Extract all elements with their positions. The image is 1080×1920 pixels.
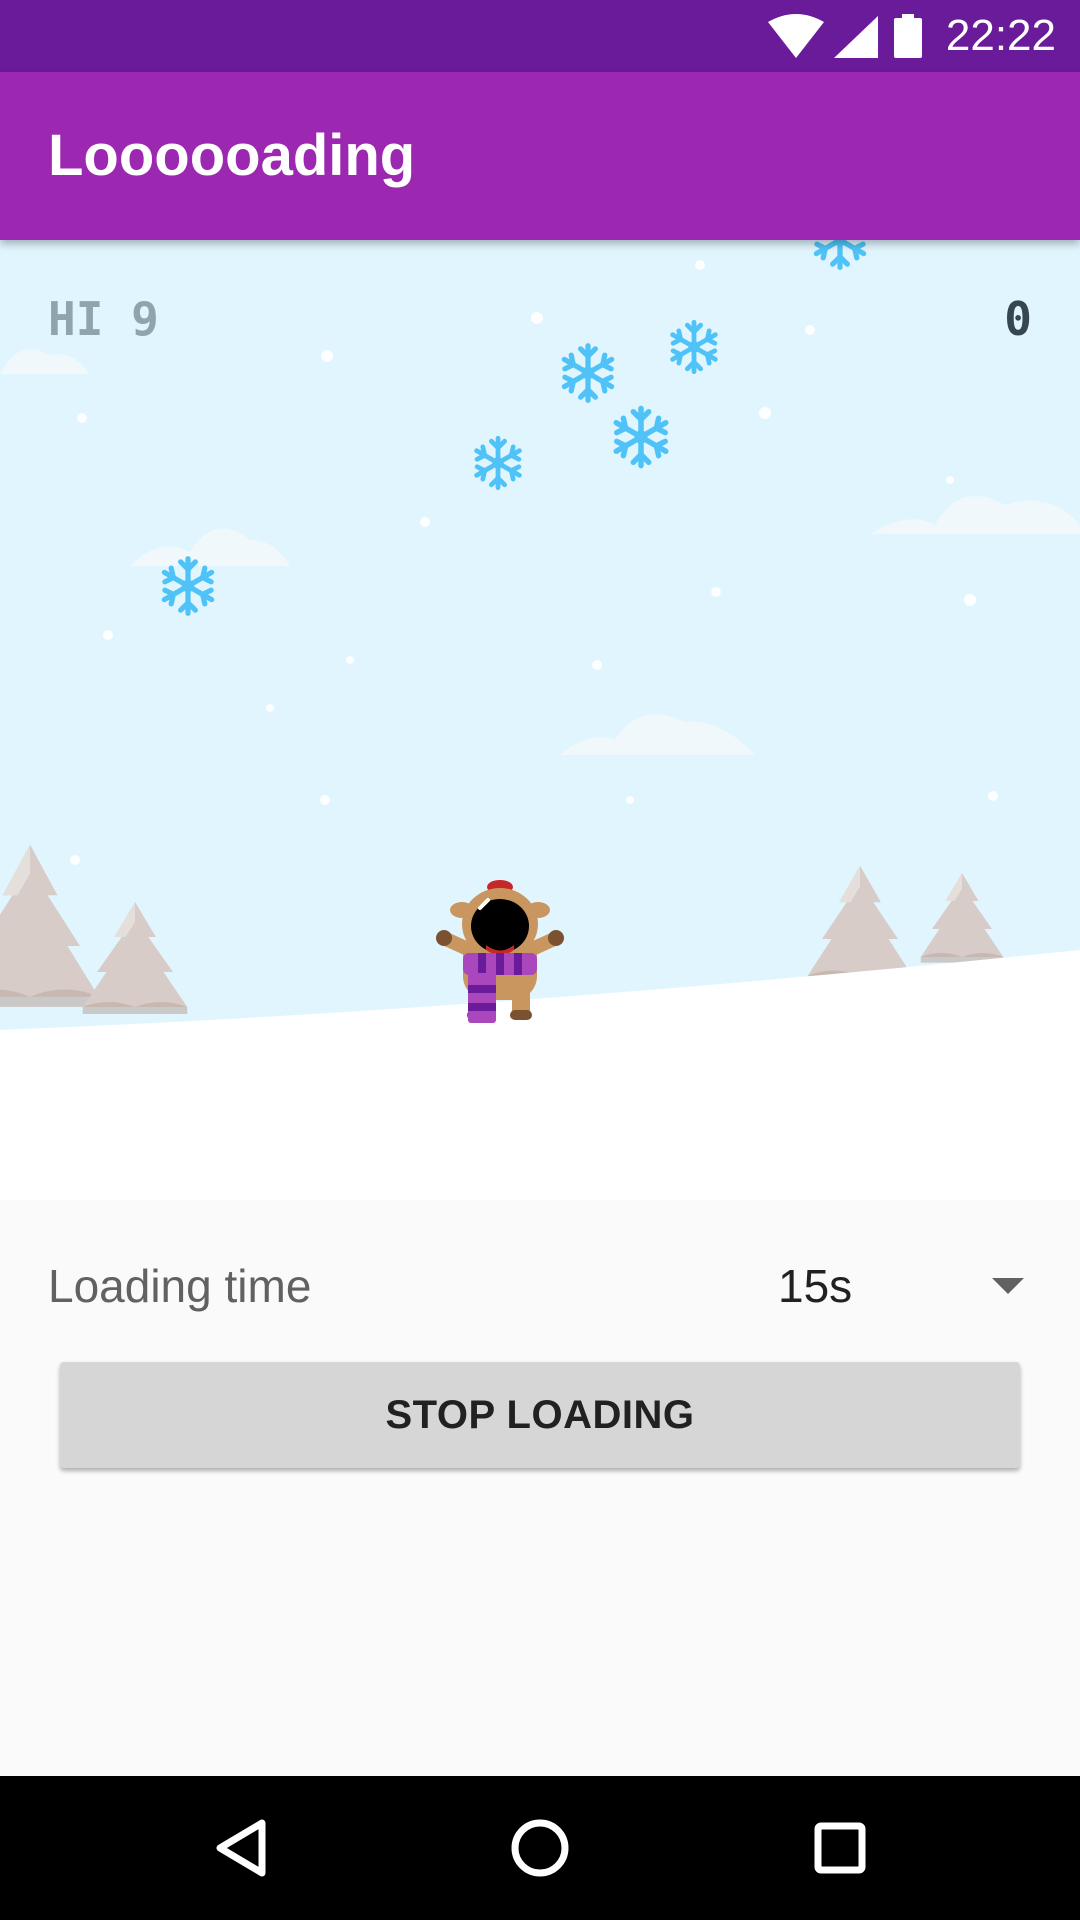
page-title: Loooooading: [48, 123, 416, 188]
stop-loading-button[interactable]: STOP LOADING: [60, 1362, 1020, 1468]
game-scene: [0, 240, 1080, 1200]
status-time: 22:22: [945, 11, 1056, 60]
loading-time-value: 15s: [778, 1260, 853, 1312]
current-score: 0: [1004, 292, 1032, 346]
cell-signal-icon: [834, 16, 878, 58]
loading-time-label: Loading time: [48, 1260, 312, 1312]
dropdown-arrow-icon: [992, 1278, 1024, 1294]
status-bar: 22:22: [0, 0, 1080, 72]
recents-icon[interactable]: [790, 1798, 890, 1898]
hi-score: HI 9: [48, 292, 159, 346]
game-canvas[interactable]: HI 9 0: [0, 240, 1080, 1200]
app-bar: Loooooading: [0, 72, 1080, 240]
battery-icon: [894, 14, 922, 58]
wifi-icon: [768, 14, 824, 58]
navigation-bar: [0, 1776, 1080, 1920]
loading-time-dropdown[interactable]: 15s: [740, 1240, 1040, 1330]
back-icon[interactable]: [190, 1798, 290, 1898]
home-icon[interactable]: [490, 1798, 590, 1898]
controls-panel: Loading time 15s STOP LOADING: [0, 1200, 1080, 1776]
